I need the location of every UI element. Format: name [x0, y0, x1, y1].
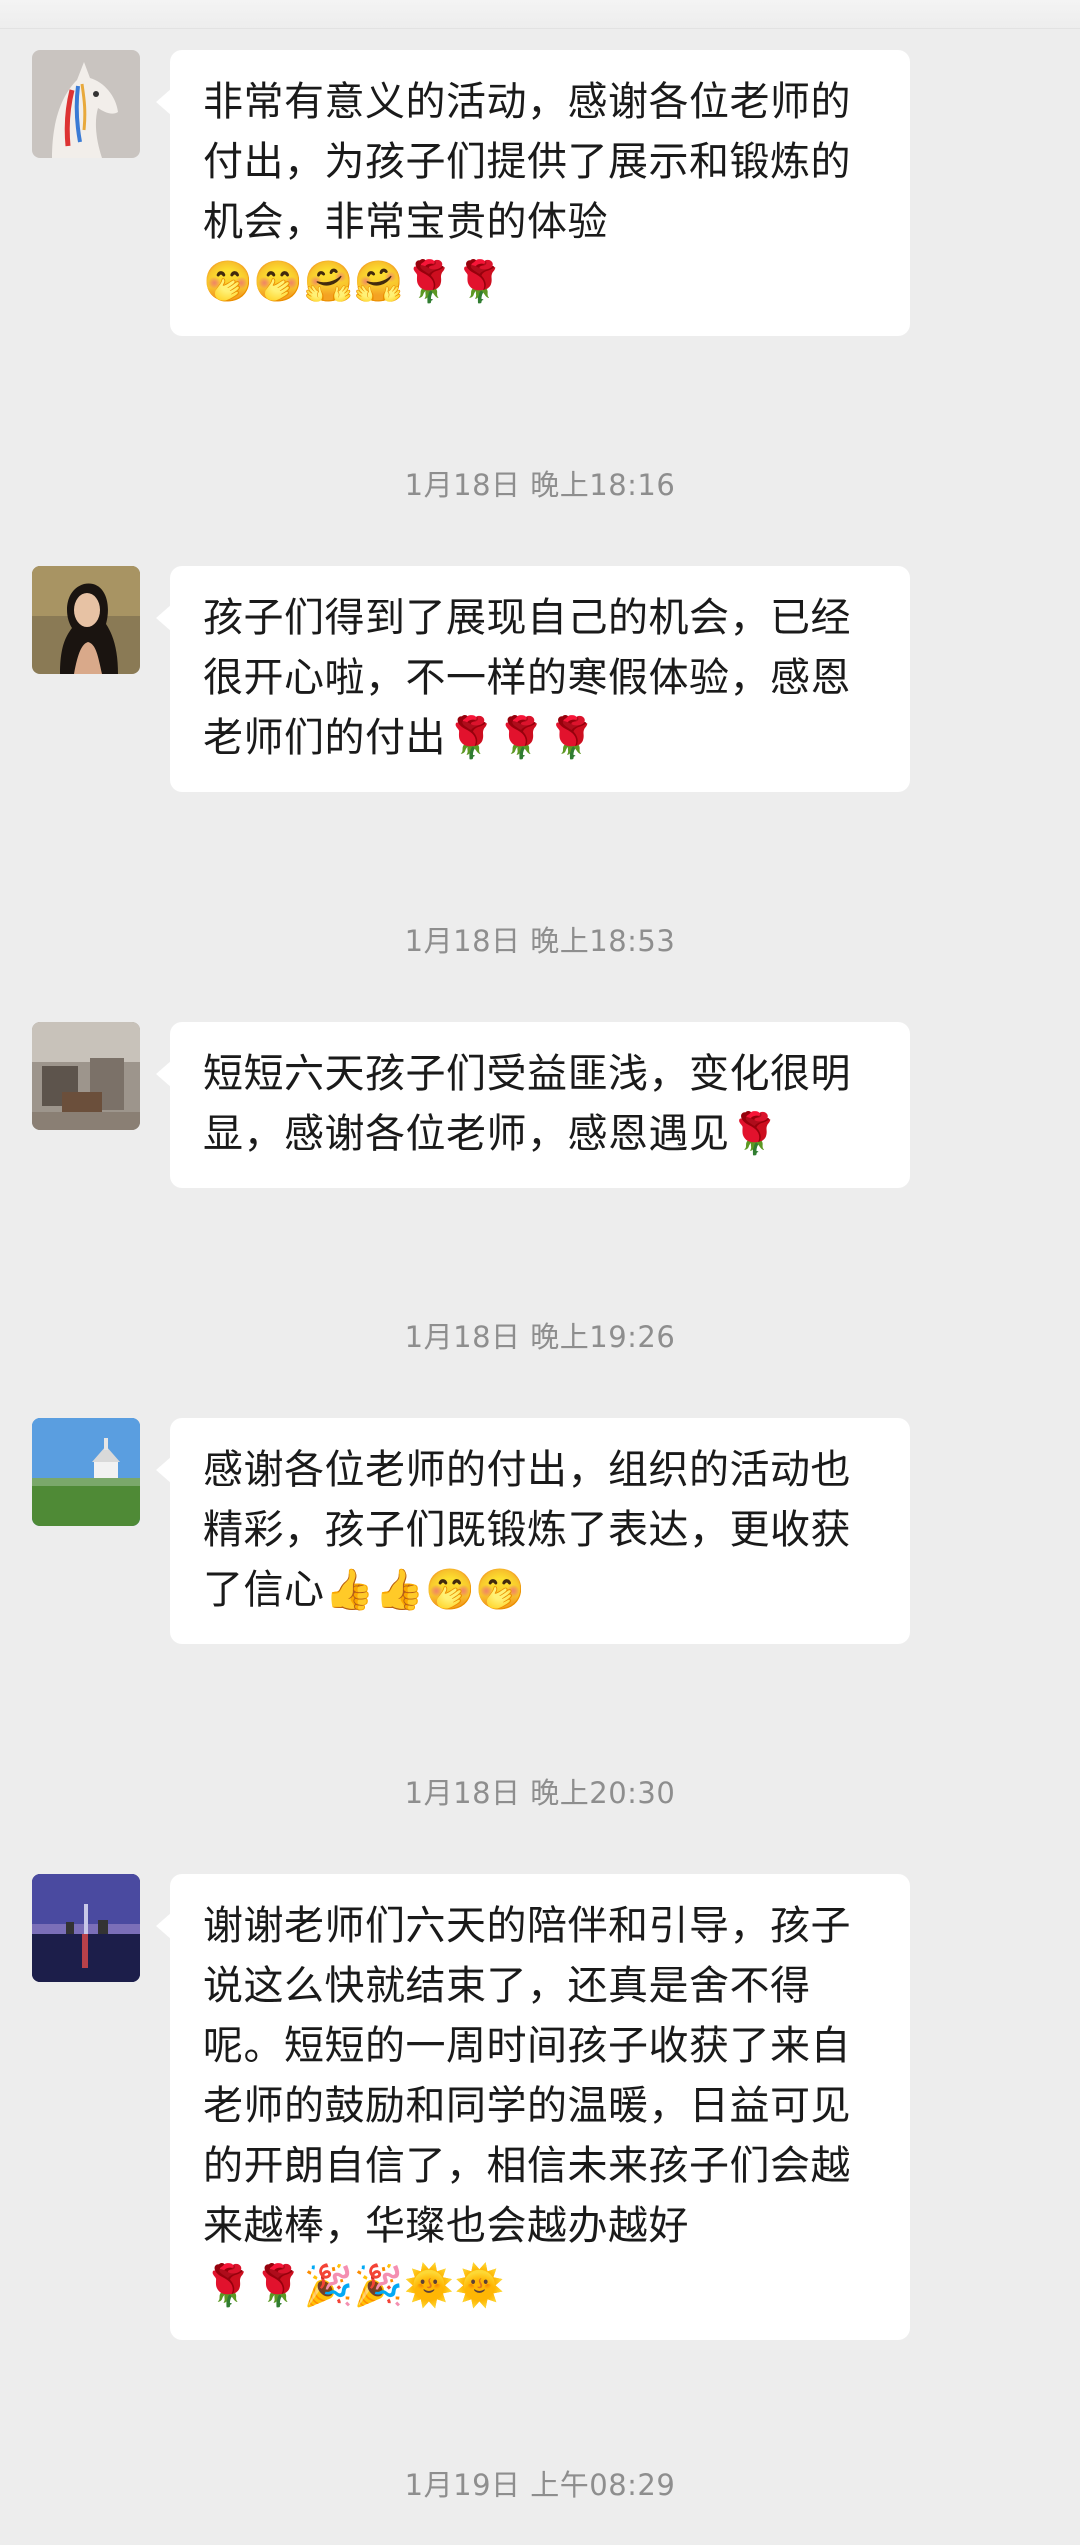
- message-bubble[interactable]: 非常有意义的活动，感谢各位老师的付出，为孩子们提供了展示和锻炼的机会，非常宝贵的…: [156, 50, 910, 336]
- message-text: 非常有意义的活动，感谢各位老师的付出，为孩子们提供了展示和锻炼的机会，非常宝贵的…: [203, 79, 851, 245]
- avatar-night-skyline[interactable]: [32, 1874, 140, 1982]
- message-emojis: 🌹🌹🌹: [446, 715, 597, 761]
- avatar-room[interactable]: [32, 1022, 140, 1130]
- message-bubble[interactable]: 孩子们得到了展现自己的机会，已经很开心啦，不一样的寒假体验，感恩老师们的付出🌹🌹…: [156, 566, 910, 792]
- avatar-woman[interactable]: [32, 566, 140, 674]
- top-edge: [0, 0, 1080, 29]
- avatar-landscape[interactable]: [32, 1418, 140, 1526]
- timestamp: 1月18日 晚上18:53: [404, 924, 676, 958]
- message-bubble[interactable]: 谢谢老师们六天的陪伴和引导，孩子说这么快就结束了，还真是舍不得呢。短短的一周时间…: [156, 1874, 910, 2340]
- message-bubble[interactable]: 短短六天孩子们受益匪浅，变化很明显，感谢各位老师，感恩遇见🌹: [156, 1022, 910, 1188]
- timestamp: 1月18日 晚上19:26: [404, 1320, 676, 1354]
- timestamp: 1月19日 上午08:29: [404, 2468, 676, 2502]
- avatar-horse[interactable]: [32, 50, 140, 158]
- message-text: 谢谢老师们六天的陪伴和引导，孩子说这么快就结束了，还真是舍不得呢。短短的一周时间…: [203, 1903, 851, 2249]
- message-emojis: 👍👍🤭🤭: [324, 1567, 526, 1613]
- message-emojis: 🌹: [729, 1111, 780, 1157]
- timestamp: 1月18日 晚上20:30: [404, 1776, 676, 1810]
- message-emojis: 🤭🤭🤗🤗🌹🌹: [203, 259, 505, 305]
- message-emojis: 🌹🌹🎉🎉🌞🌞: [203, 2263, 505, 2309]
- message-bubble[interactable]: 感谢各位老师的付出，组织的活动也精彩，孩子们既锻炼了表达，更收获了信心👍👍🤭🤭: [156, 1418, 910, 1644]
- timestamp: 1月18日 晚上18:16: [404, 468, 676, 502]
- message-text: 感谢各位老师的付出，组织的活动也精彩，孩子们既锻炼了表达，更收获了信心: [203, 1447, 851, 1613]
